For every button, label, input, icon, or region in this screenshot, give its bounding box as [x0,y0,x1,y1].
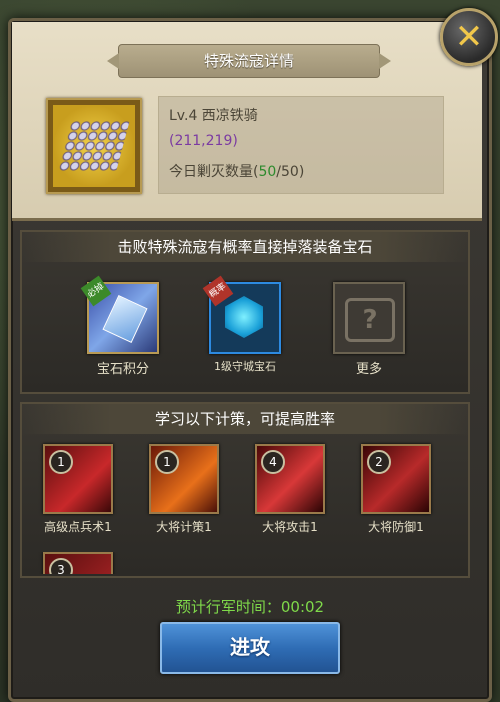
strategies-header: 学习以下计策，可提高胜率 [22,404,468,434]
kills-today: 今日剿灭数量(50/50) [169,161,304,181]
attack-button-label: 进攻 [230,635,270,659]
reward-more[interactable]: ? 更多 [314,282,424,377]
kills-current: 50 [258,164,277,180]
enemy-info-box: Lv.4 西凉铁骑 (211,219) 今日剿灭数量(50/50) [158,96,444,194]
partial-skill-icon: 3 [43,552,113,574]
enemy-coordinates[interactable]: (211,219) [169,133,238,149]
strategies-section: 学习以下计策，可提高胜率 1 高级点兵术1 1 大将计策1 4 大将攻击1 2 … [20,402,470,578]
skill-label: 大将计策1 [156,520,212,534]
rewards-header: 击败特殊流寇有概率直接掉落装备宝石 [22,232,468,262]
question-mark-icon: ? [345,298,395,342]
defense-gem-icon: 概率 [202,275,281,354]
skill-label: 大将攻击1 [262,520,318,534]
enemy-level-name: Lv.4 西凉铁骑 [169,108,258,124]
chance-badge: 概率 [202,275,234,307]
skill-general-strategy[interactable]: 1 大将计策1 [134,444,234,535]
skill-level: 1 [155,450,179,474]
dialog-title: 特殊流寇详情 [203,52,294,70]
gem-points-icon: 必掉 [80,275,159,354]
reward-label: 1级守城宝石 [214,360,276,373]
general-strategy-icon: 1 [149,444,219,514]
kills-total: /50) [276,164,305,180]
reward-label: 更多 [355,362,382,377]
skill-level: 4 [261,450,285,474]
reward-label: 宝石积分 [96,362,149,377]
more-chest-icon: ? [333,282,405,354]
skill-label: 高级点兵术1 [44,520,112,534]
skill-level: 3 [49,558,73,574]
shield-defense-icon: 2 [361,444,431,514]
skill-level: 2 [367,450,391,474]
rewards-section: 击败特殊流寇有概率直接掉落装备宝石 必掉 宝石积分 概率 1级守城宝石 ? 更多 [20,230,470,394]
cavalry-formation-icon [58,121,130,171]
enemy-portrait [46,98,142,194]
guaranteed-badge: 必掉 [80,275,112,307]
close-x-icon: ✕ [454,17,484,57]
skill-advanced-troops[interactable]: 1 高级点兵术1 [28,444,128,535]
dialog-title-bar: 特殊流寇详情 [107,44,391,78]
skill-partial[interactable]: 3 [28,552,128,574]
blue-hex-gem-icon [225,296,263,338]
gauntlet-icon: 1 [43,444,113,514]
spear-attack-icon: 4 [255,444,325,514]
attack-button[interactable]: 进攻 [160,622,340,674]
gem-scroll-icon [102,295,148,343]
reward-gem-points[interactable]: 必掉 宝石积分 [68,275,178,377]
skill-level: 1 [49,450,73,474]
skill-general-attack[interactable]: 4 大将攻击1 [240,444,340,535]
reward-defense-gem[interactable]: 概率 1级守城宝石 [190,275,300,374]
enemy-troop-image [53,105,135,187]
close-button[interactable]: ✕ [440,8,498,66]
skill-label: 大将防御1 [368,520,424,534]
skill-general-defense[interactable]: 2 大将防御1 [346,444,446,535]
march-time: 预计行军时间：00:02 [175,598,325,616]
kills-label: 今日剿灭数量( [169,164,259,180]
